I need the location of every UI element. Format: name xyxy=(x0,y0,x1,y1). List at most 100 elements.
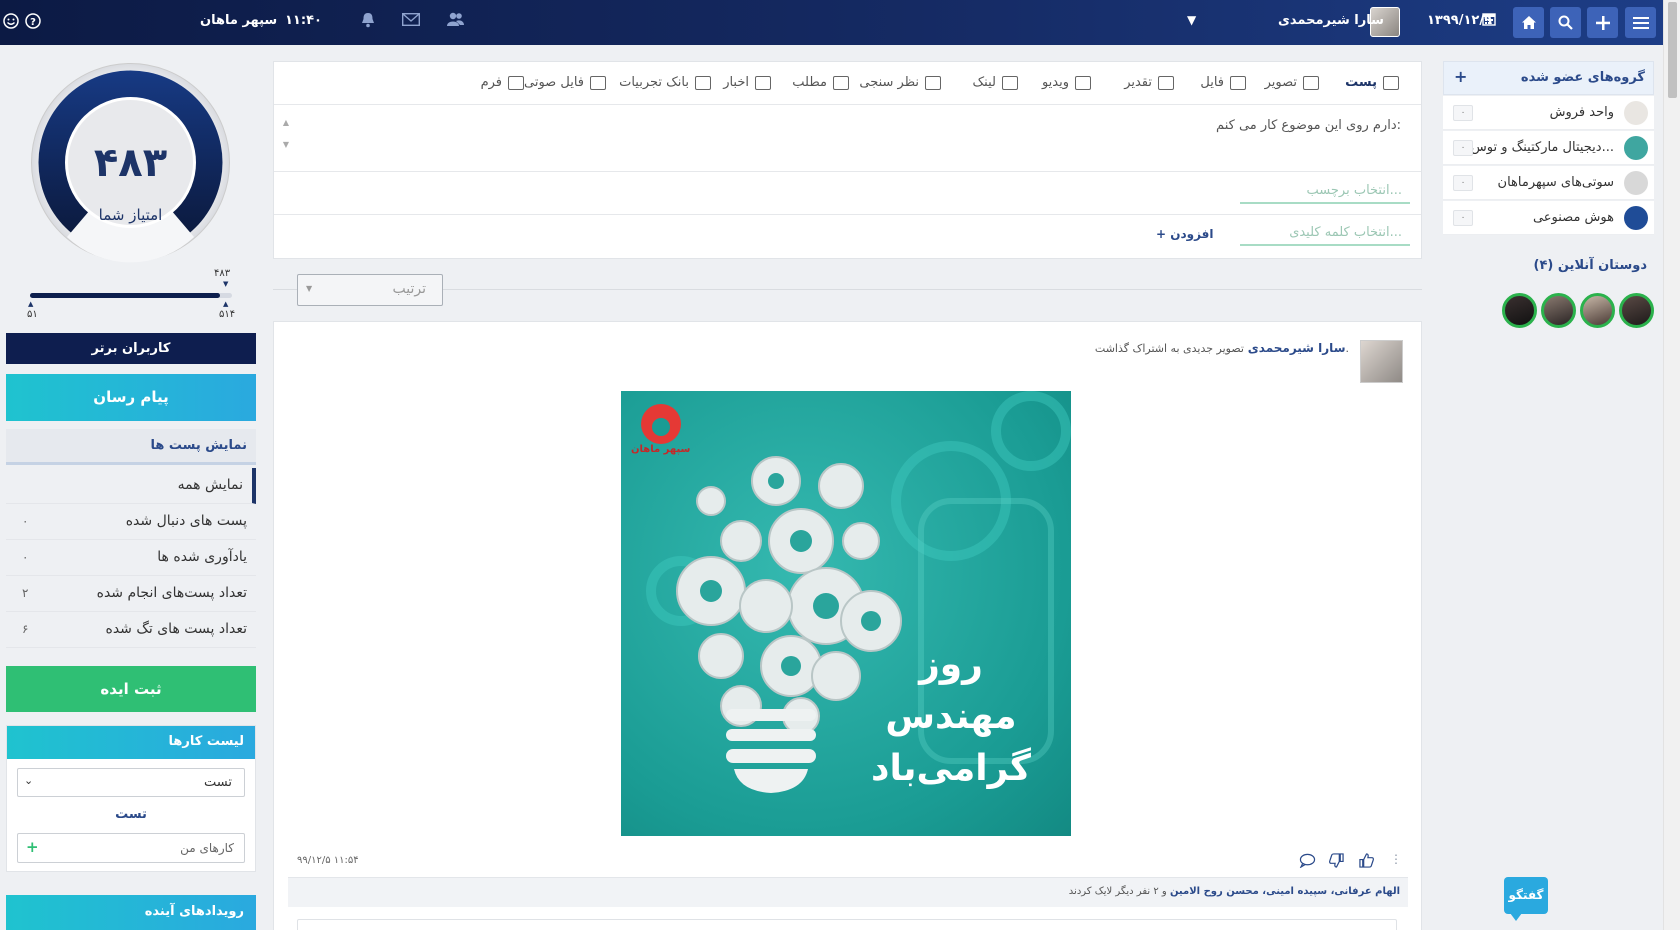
tag-select[interactable]: انتخاب برچسب... xyxy=(1240,182,1410,204)
group-item[interactable]: دیجیتال مارکتینگ و توس... ۰ xyxy=(1443,131,1654,165)
composer-tab-label: لینک xyxy=(972,75,996,90)
composer-tab-label: مطلب xyxy=(792,75,827,90)
post-author-avatar[interactable] xyxy=(1360,340,1403,383)
composer-tab-paperclip[interactable]: فایل xyxy=(1200,75,1246,90)
scrollbar-thumb[interactable] xyxy=(1668,2,1677,98)
composer-tab-post[interactable]: پست xyxy=(1345,75,1399,90)
keyword-select[interactable]: انتخاب کلمه کلیدی... xyxy=(1240,224,1410,246)
page-scrollbar[interactable] xyxy=(1663,0,1680,930)
group-item[interactable]: واحد فروش ۰ xyxy=(1443,96,1654,130)
task-list-title: لیست کارها xyxy=(168,734,244,749)
add-group-button[interactable]: + xyxy=(1454,67,1467,86)
post-filter-item[interactable]: پست های دنبال شده ۰ xyxy=(6,504,256,540)
composer-tab-link[interactable]: لینک xyxy=(973,75,1018,90)
post-filter-item[interactable]: تعداد پست های تگ شده ۶ xyxy=(6,612,256,648)
link-icon xyxy=(1002,75,1018,90)
likers-names[interactable]: الهام عرفانی، سپیده امینی، محسن روح الام… xyxy=(1170,886,1400,897)
image-caption-line1: روز مهندس xyxy=(885,644,1017,737)
mail-icon[interactable] xyxy=(401,12,421,30)
home-icon[interactable] xyxy=(1513,7,1544,38)
comment-input[interactable] xyxy=(297,919,1397,930)
online-friend-avatar[interactable] xyxy=(1541,293,1576,328)
group-avatar xyxy=(1624,206,1648,230)
group-count-badge: ۰ xyxy=(1453,210,1473,226)
post-author-name[interactable]: سارا شیرمحمدی xyxy=(1248,341,1346,355)
composer-tab-microphone[interactable]: فایل صوتی xyxy=(524,75,606,90)
add-keyword-button[interactable]: + افزودن xyxy=(1156,227,1214,241)
users-icon[interactable] xyxy=(447,12,464,30)
composer-tab-form[interactable]: فرم xyxy=(481,75,524,90)
post-more-icon[interactable]: ⋮ xyxy=(1390,852,1402,866)
top-users-button[interactable]: کاربران برتر xyxy=(6,333,256,364)
post-image[interactable]: سپهر ماهان روز مهندس گرامی‌باد xyxy=(621,391,1071,836)
help-icon[interactable]: ? xyxy=(25,13,41,33)
dropdown-caret-icon[interactable]: ▼ xyxy=(1187,13,1196,27)
post-timestamp: ۹۹/۱۲/۵ ۱۱:۵۴ xyxy=(297,855,359,866)
plus-icon[interactable] xyxy=(1587,7,1618,38)
dislike-icon[interactable] xyxy=(1329,853,1344,872)
post-filter-label: یادآوری شده ها xyxy=(157,549,247,565)
composer-tab-checklist[interactable]: بانک تجربیات xyxy=(619,75,711,90)
top-navbar: ۱۳۹۹/۱۲/۹ سارا شیرمحمدی ▼ ۱۱:۴۰ سپهر ماه… xyxy=(0,0,1663,45)
groups-title: گروه‌های عضو شده xyxy=(1520,70,1645,85)
search-icon[interactable] xyxy=(1550,7,1581,38)
bell-icon[interactable] xyxy=(360,12,376,32)
composer-tab-gift[interactable]: تقدیر xyxy=(1124,75,1174,90)
task-list-panel: لیست کارها تست ⌄ تست کارهای من + xyxy=(6,725,256,872)
composer-textarea[interactable]: دارم روی این موضوع کار می کنم: xyxy=(1216,118,1401,133)
post-filter-item[interactable]: یادآوری شده ها ۰ xyxy=(6,540,256,576)
composer-tab-news[interactable]: اخبار xyxy=(723,75,771,90)
post-filter-item[interactable]: نمایش همه xyxy=(6,468,256,504)
slider-max-marker: ▲ xyxy=(223,300,229,308)
menu-icon[interactable] xyxy=(1625,7,1656,38)
score-slider-fill xyxy=(30,293,220,298)
form-icon xyxy=(508,75,524,90)
group-avatar xyxy=(1624,136,1648,160)
composer-tab-image[interactable]: تصویر xyxy=(1265,75,1319,90)
group-name[interactable]: سوتی‌های سپهرماهان xyxy=(1498,175,1614,190)
group-name[interactable]: دیجیتال مارکتینگ و توس... xyxy=(1471,140,1614,155)
my-tasks-input[interactable]: کارهای من + xyxy=(17,833,245,863)
tag-select-placeholder: انتخاب برچسب... xyxy=(1306,183,1402,198)
keyword-select-placeholder: انتخاب کلمه کلیدی... xyxy=(1289,225,1402,240)
submit-idea-button[interactable]: ثبت ایده xyxy=(6,666,256,712)
score-gauge: ۴۸۳ امتیاز شما xyxy=(30,62,231,263)
topbar-user-name[interactable]: سارا شیرمحمدی xyxy=(1278,13,1384,28)
task-select-value: تست xyxy=(204,775,232,790)
group-name[interactable]: هوش مصنوعی xyxy=(1533,210,1614,225)
post-icon xyxy=(1383,75,1399,90)
task-name[interactable]: تست xyxy=(7,807,255,822)
smiley-icon[interactable] xyxy=(3,13,19,33)
task-select[interactable]: تست ⌄ xyxy=(17,768,245,797)
score-label: امتیاز شما xyxy=(98,206,163,224)
add-task-button[interactable]: + xyxy=(26,838,39,856)
group-count-badge: ۰ xyxy=(1453,175,1473,191)
messenger-button[interactable]: پیام رسان xyxy=(6,374,256,421)
textarea-scroll-arrows[interactable]: ▲ ▼ xyxy=(279,112,293,157)
score-value: ۴۸۳ xyxy=(93,140,168,186)
chat-button[interactable]: گفتگو xyxy=(1504,877,1548,914)
image-caption-line2: گرامی‌باد xyxy=(871,748,1031,789)
composer-tab-article[interactable]: مطلب xyxy=(792,75,849,90)
composer-tab-film[interactable]: ویدیو xyxy=(1042,75,1091,90)
paperclip-icon xyxy=(1230,75,1246,90)
online-friend-avatar[interactable] xyxy=(1580,293,1615,328)
slider-min-value: ۵۱ xyxy=(27,309,38,320)
sort-select[interactable]: ترتیب ▼ xyxy=(297,274,443,306)
online-friend-avatar[interactable] xyxy=(1619,293,1654,328)
group-item[interactable]: سوتی‌های سپهرماهان ۰ xyxy=(1443,166,1654,200)
likers-suffix: و ۲ نفر دیگر لایک کردند xyxy=(1068,886,1167,897)
chevron-down-icon: ⌄ xyxy=(24,774,34,787)
online-friend-avatar[interactable] xyxy=(1502,293,1537,328)
post-filter-label: تعداد پست های تگ شده xyxy=(105,621,247,637)
film-icon xyxy=(1075,75,1091,90)
post-filter-item[interactable]: تعداد پست‌های انجام شده ۲ xyxy=(6,576,256,612)
group-count-badge: ۰ xyxy=(1453,105,1473,121)
like-icon[interactable] xyxy=(1359,853,1374,872)
comment-icon[interactable] xyxy=(1299,853,1316,872)
composer-tab-poll[interactable]: نظر سنجی xyxy=(859,75,941,90)
post-filter-count: ۰ xyxy=(22,550,29,564)
group-name[interactable]: واحد فروش xyxy=(1550,105,1614,120)
show-posts-title: نمایش پست ها xyxy=(150,438,247,453)
group-item[interactable]: هوش مصنوعی ۰ xyxy=(1443,201,1654,235)
